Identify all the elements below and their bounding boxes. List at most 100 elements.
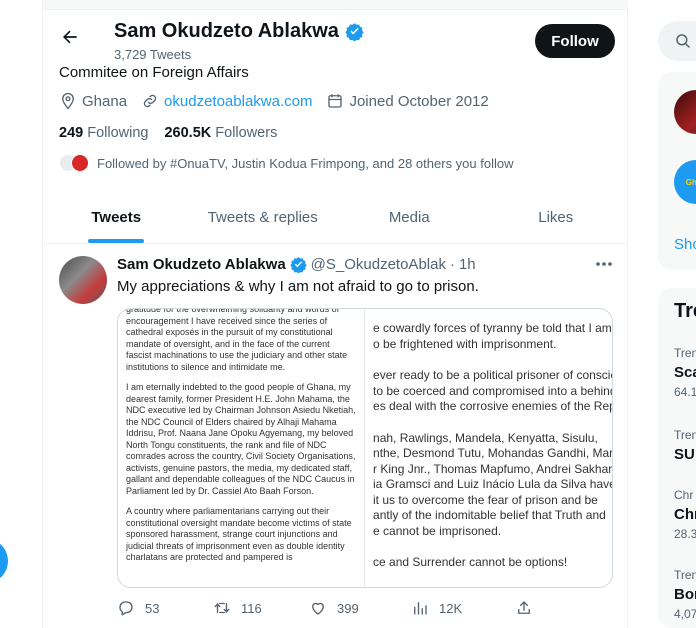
search-icon [676, 34, 690, 48]
doc-gap [373, 352, 612, 368]
followers-count: 260.5K [164, 125, 212, 141]
location-item: Ghana [59, 92, 127, 110]
doc-line: r King Jnr., Thomas Mapfumo, Andrei Sakh… [373, 461, 612, 476]
trend-item[interactable]: Tren Sca 64.1 [674, 346, 696, 399]
share-button[interactable] [515, 599, 533, 617]
follower-avatar [71, 154, 89, 172]
top-strip [43, 0, 629, 10]
verified-badge-icon [345, 23, 364, 41]
joined-item: Joined October 2012 [326, 92, 489, 110]
trend-count: 28.3 [674, 527, 696, 541]
more-dots-icon [596, 262, 612, 266]
trend-item[interactable]: Chr Chr 28.3 [674, 488, 696, 541]
following-label: Following [87, 125, 149, 141]
document-left-page: gratitude for the overwhelming solidarit… [118, 309, 366, 587]
tweet-author-name[interactable]: Sam Okudzeto Ablakwa [117, 256, 286, 273]
tweet-media-image[interactable]: gratitude for the overwhelming solidarit… [117, 308, 613, 588]
followers-link[interactable]: 260.5K Followers [164, 125, 277, 141]
joined-text: Joined October 2012 [349, 92, 489, 110]
search-box[interactable] [658, 21, 696, 61]
doc-gap [373, 415, 612, 431]
trends-panel: Tre Tren Sca 64.1 Tren SU Chr Chr 28.3 T… [658, 288, 696, 628]
doc-gap [373, 539, 612, 555]
doc-line: nthe, Desmond Tutu, Mohandas Gandhi, Mar… [373, 446, 612, 460]
back-button[interactable] [57, 24, 83, 50]
trends-title: Tre [674, 300, 696, 322]
suggested-account-avatar[interactable] [674, 90, 696, 134]
suggested-account-avatar[interactable]: Ghan [674, 160, 696, 204]
follow-button[interactable]: Follow [535, 24, 615, 58]
trend-name: SU [674, 446, 695, 463]
arrow-left-icon [63, 30, 77, 44]
tweet-timestamp[interactable]: 1h [459, 256, 476, 273]
reply-count: 53 [145, 600, 160, 616]
tab-tweets-replies[interactable]: Tweets & replies [190, 192, 337, 243]
link-icon [143, 94, 157, 108]
trend-category: Tren [674, 346, 696, 360]
followed-by-row[interactable]: Followed by #OnuaTV, Justin Kodua Frimpo… [59, 154, 513, 172]
doc-line: it us to overcome the fear of prison and… [373, 492, 598, 507]
reply-button[interactable]: 53 [117, 599, 159, 617]
profile-name: Sam Okudzeto Ablakwa [114, 20, 339, 42]
trend-category: Chr [674, 488, 694, 502]
trend-count: 64.1 [674, 385, 696, 399]
retweet-button[interactable]: 116 [213, 599, 262, 617]
verified-badge-icon [289, 257, 307, 273]
views-button[interactable]: 12K [411, 599, 462, 617]
location-pin-icon [62, 92, 74, 110]
doc-line: ever ready to be a political prisoner of… [373, 368, 612, 382]
heart-icon [312, 602, 324, 615]
reply-icon [119, 601, 133, 616]
doc-line: nah, Rawlings, Mandela, Kenyatta, Sisulu… [373, 430, 598, 445]
doc-line: e cowardly forces of tyranny be told tha… [373, 321, 612, 335]
tab-likes[interactable]: Likes [483, 192, 630, 243]
document-right-page: e cowardly forces of tyranny be told tha… [365, 309, 612, 587]
following-count: 249 [59, 125, 84, 141]
trend-category: Tren [674, 428, 696, 442]
tab-media[interactable]: Media [336, 192, 483, 243]
trend-name: Chr [674, 506, 696, 523]
profile-tabs: Tweets Tweets & replies Media Likes [43, 192, 629, 244]
avatar-text: Ghan [685, 177, 696, 187]
left-nav [0, 0, 42, 628]
tab-tweets[interactable]: Tweets [43, 192, 190, 243]
doc-line: es deal with the corrosive enemies of th… [373, 399, 612, 413]
profile-bio: Commitee on Foreign Affairs [59, 64, 249, 81]
location-text: Ghana [82, 92, 128, 110]
tweet-item[interactable]: Sam Okudzeto Ablakwa @S_OkudzetoAblak · … [43, 244, 629, 628]
who-to-follow-panel: Ghan Sho [658, 72, 696, 270]
doc-line: to be coerced and compromised into a beh… [373, 383, 612, 398]
trend-item[interactable]: Tren Bor 4,07 [674, 568, 696, 621]
trend-count: 4,07 [674, 607, 696, 621]
doc-line: e cannot be imprisoned. [373, 523, 502, 538]
follow-counts: 249 Following 260.5K Followers [59, 125, 277, 141]
compose-tweet-button[interactable] [0, 540, 8, 582]
website-item[interactable]: okudzetoablakwa.com [141, 92, 312, 110]
following-link[interactable]: 249 Following [59, 125, 148, 141]
more-options-button[interactable] [591, 254, 617, 274]
doc-line: ce and Surrender cannot be options! [373, 555, 568, 569]
tweet-actions: 53 116 399 12K [117, 596, 577, 620]
profile-header: Sam Okudzeto Ablakwa 3,729 Tweets Follow [43, 14, 629, 64]
trend-category: Tren [674, 568, 696, 582]
tweet-author-avatar[interactable] [59, 256, 107, 304]
trend-name: Sca [674, 364, 696, 381]
trend-name: Bor [674, 586, 696, 603]
followed-by-avatars [59, 154, 89, 172]
doc-paragraph: gratitude for the overwhelming solidarit… [126, 309, 348, 372]
doc-line: antly of the indomitable belief that Tru… [373, 508, 606, 522]
calendar-icon [328, 94, 343, 108]
views-chart-icon [414, 602, 427, 615]
website-link[interactable]: okudzetoablakwa.com [164, 93, 312, 110]
like-count: 399 [337, 600, 359, 616]
followed-by-text: Followed by #OnuaTV, Justin Kodua Frimpo… [97, 155, 514, 171]
trend-item[interactable]: Tren SU [674, 428, 696, 463]
tweet-author-handle[interactable]: @S_OkudzetoAblak [311, 256, 446, 273]
like-button[interactable]: 399 [309, 599, 359, 617]
tweet-text: My appreciations & why I am not afraid t… [117, 278, 479, 295]
doc-line: o be frightened with imprisonment. [373, 336, 557, 351]
show-more-link[interactable]: Sho [674, 236, 696, 253]
profile-header-name-row: Sam Okudzeto Ablakwa [114, 20, 364, 43]
view-count: 12K [439, 600, 463, 616]
followers-label: Followers [215, 125, 278, 141]
